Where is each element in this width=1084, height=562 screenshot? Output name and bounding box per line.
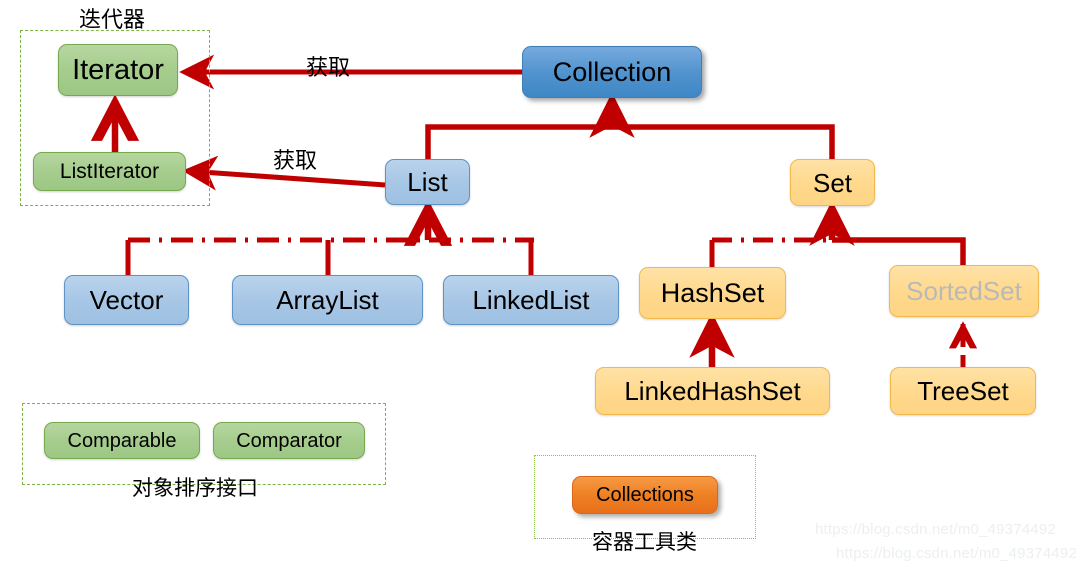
- node-sortedset[interactable]: SortedSet: [889, 265, 1039, 317]
- node-label: ListIterator: [59, 160, 160, 183]
- node-label: LinkedHashSet: [624, 376, 801, 406]
- node-label: TreeSet: [917, 376, 1009, 406]
- watermark-url-line1: https://blog.csdn.net/m0_49374492: [815, 521, 1056, 538]
- node-treeset[interactable]: TreeSet: [890, 367, 1036, 415]
- node-linkedhashset[interactable]: LinkedHashSet: [595, 367, 830, 415]
- node-collection[interactable]: Collection: [522, 46, 702, 98]
- node-label: Collection: [552, 56, 672, 87]
- node-label: LinkedList: [472, 285, 590, 315]
- node-collections[interactable]: Collections: [572, 476, 718, 514]
- node-label: List: [407, 167, 448, 197]
- node-comparator[interactable]: Comparator: [213, 422, 365, 459]
- node-hashset[interactable]: HashSet: [639, 267, 786, 319]
- group-label-utility: 容器工具类: [592, 530, 697, 554]
- node-label: Set: [812, 167, 853, 198]
- edge-label-collection-iterator: 获取: [306, 56, 351, 81]
- edge-list-set-bus: [425, 124, 835, 160]
- node-label: Comparator: [236, 429, 342, 452]
- node-set[interactable]: Set: [790, 159, 875, 206]
- node-arraylist[interactable]: ArrayList: [232, 275, 423, 325]
- group-label-iterator: 迭代器: [79, 8, 146, 33]
- node-label: Vector: [89, 285, 164, 315]
- node-list[interactable]: List: [385, 159, 470, 205]
- node-vector[interactable]: Vector: [64, 275, 189, 325]
- node-label: ArrayList: [276, 285, 379, 315]
- edge-sortedset-bus: [832, 237, 966, 266]
- node-label: Iterator: [72, 53, 164, 86]
- node-label: HashSet: [660, 277, 765, 308]
- node-iterator[interactable]: Iterator: [58, 44, 178, 96]
- watermark-url-line2: https://blog.csdn.net/m0_49374492: [836, 545, 1077, 562]
- node-linkedlist[interactable]: LinkedList: [443, 275, 619, 325]
- node-label: Comparable: [67, 429, 177, 452]
- group-label-sorting: 对象排序接口: [132, 476, 258, 500]
- node-comparable[interactable]: Comparable: [44, 422, 200, 459]
- node-listiterator[interactable]: ListIterator: [33, 152, 186, 191]
- node-label: Collections: [596, 484, 694, 506]
- diagram-canvas: Iterator (vertical, hollow head up) --> …: [0, 0, 1084, 562]
- node-label: SortedSet: [906, 276, 1022, 306]
- edge-label-list-listiterator: 获取: [273, 149, 318, 174]
